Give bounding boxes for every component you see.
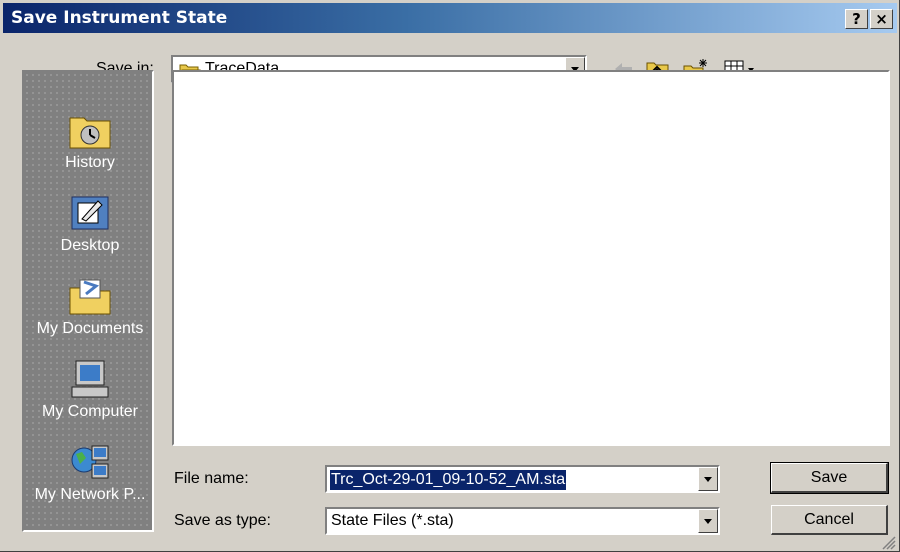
- history-icon: [69, 117, 111, 149]
- window-title: Save Instrument State: [11, 8, 228, 28]
- places-label: History: [65, 154, 115, 171]
- my-network-places-icon: [71, 445, 109, 479]
- chevron-down-icon[interactable]: [698, 467, 718, 491]
- places-bar: History Desktop My Documents My Computer…: [22, 70, 154, 532]
- save-dialog: Save Instrument State ? × Save in: Trace…: [0, 0, 900, 552]
- my-computer-icon: [71, 360, 109, 398]
- title-bar[interactable]: Save Instrument State ? ×: [3, 3, 897, 33]
- places-item-my-network-places[interactable]: My Network P...: [24, 442, 156, 504]
- places-item-history[interactable]: History: [24, 110, 156, 172]
- file-name-input[interactable]: Trc_Oct-29-01_09-10-52_AM.sta: [330, 470, 567, 490]
- resize-grip-icon[interactable]: [880, 534, 896, 550]
- file-name-label: File name:: [174, 470, 249, 487]
- places-item-my-documents[interactable]: My Documents: [24, 276, 156, 338]
- save-as-type-value: State Files (*.sta): [331, 512, 454, 529]
- places-label: My Network P...: [34, 486, 146, 503]
- file-list[interactable]: [172, 70, 890, 446]
- desktop-icon: [71, 196, 109, 230]
- save-as-type-label: Save as type:: [174, 512, 271, 529]
- chevron-down-icon[interactable]: [698, 509, 718, 533]
- help-button[interactable]: ?: [845, 9, 868, 29]
- cancel-button[interactable]: Cancel: [771, 505, 888, 535]
- places-item-desktop[interactable]: Desktop: [24, 193, 156, 255]
- save-button[interactable]: Save: [770, 462, 889, 494]
- places-label: My Computer: [41, 403, 139, 420]
- my-documents-icon: [69, 279, 111, 315]
- places-item-my-computer[interactable]: My Computer: [24, 359, 156, 421]
- save-as-type-dropdown[interactable]: State Files (*.sta): [325, 507, 720, 535]
- close-button[interactable]: ×: [870, 9, 893, 29]
- places-label: Desktop: [60, 237, 120, 254]
- file-name-combo[interactable]: Trc_Oct-29-01_09-10-52_AM.sta: [325, 465, 720, 493]
- places-label: My Documents: [36, 320, 144, 337]
